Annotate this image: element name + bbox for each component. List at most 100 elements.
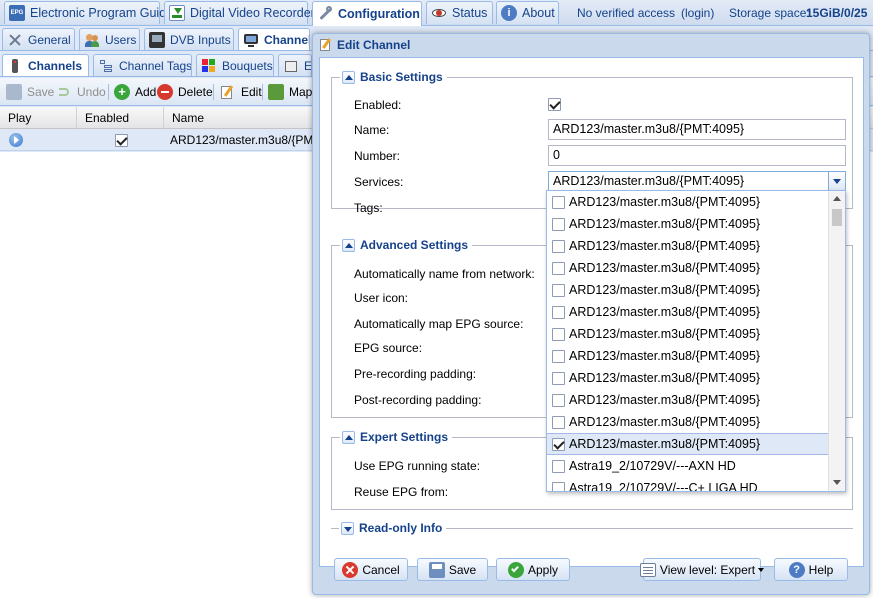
apply-button[interactable]: Apply — [496, 558, 570, 581]
list-item[interactable]: ARD123/master.m3u8/{PMT:4095} — [547, 257, 829, 279]
cancel-button[interactable]: Cancel — [334, 558, 408, 581]
add-button[interactable]: + Add — [114, 83, 156, 101]
help-button-label: Help — [808, 562, 834, 577]
tab-epg-grabber[interactable]: E — [278, 54, 312, 76]
service-checkbox[interactable] — [552, 393, 565, 407]
services-combo[interactable]: ARD123/master.m3u8/{PMT:4095} — [548, 171, 846, 192]
service-checkbox[interactable] — [552, 217, 565, 231]
chevron-down-icon[interactable] — [828, 172, 845, 191]
tab-channel-tags[interactable]: Channel Tags — [93, 54, 192, 76]
save-icon — [6, 84, 22, 100]
list-item[interactable]: ARD123/master.m3u8/{PMT:4095} — [547, 367, 829, 389]
list-item[interactable]: ARD123/master.m3u8/{PMT:4095} — [547, 235, 829, 257]
tab-configuration-label: Configuration — [338, 7, 420, 21]
service-checkbox[interactable] — [552, 349, 565, 363]
list-item[interactable]: Astra19_2/10729V/---C+ LIGA HD — [547, 477, 829, 491]
toolbar-separator — [262, 84, 263, 100]
basic-settings-legend[interactable]: Basic Settings — [340, 70, 447, 84]
dialog-titlebar[interactable]: Edit Channel — [313, 34, 869, 56]
collapse-icon[interactable] — [342, 238, 355, 252]
list-item[interactable]: ARD123/master.m3u8/{PMT:4095} — [547, 411, 829, 433]
info-icon: i — [501, 5, 517, 21]
service-checkbox[interactable] — [552, 195, 565, 209]
list-item[interactable]: ARD123/master.m3u8/{PMT:4095} — [547, 323, 829, 345]
tab-about[interactable]: i About — [496, 1, 559, 24]
tab-general[interactable]: General — [2, 28, 75, 50]
row-enabled-checkbox[interactable] — [115, 134, 128, 147]
list-item[interactable]: Astra19_2/10729V/---AXN HD — [547, 455, 829, 477]
service-checkbox[interactable] — [552, 459, 565, 473]
tab-channel-epg[interactable]: Channel — [238, 28, 310, 50]
service-checkbox[interactable] — [552, 283, 565, 297]
epg-running-label: Use EPG running state: — [354, 459, 481, 473]
delete-button-label: Delete — [178, 85, 213, 99]
help-button[interactable]: ? Help — [774, 558, 848, 581]
login-link[interactable]: (login) — [681, 6, 714, 20]
scrollbar-thumb[interactable] — [832, 209, 842, 226]
service-label: ARD123/master.m3u8/{PMT:4095} — [569, 261, 761, 275]
enabled-checkbox[interactable] — [548, 98, 561, 111]
expert-settings-legend[interactable]: Expert Settings — [340, 430, 453, 444]
list-item[interactable]: ARD123/master.m3u8/{PMT:4095} — [547, 301, 829, 323]
view-level-button[interactable]: View level: Expert — [639, 558, 765, 581]
advanced-settings-title: Advanced Settings — [360, 238, 469, 252]
service-checkbox[interactable] — [552, 415, 565, 429]
dialog-save-button[interactable]: Save — [417, 558, 488, 581]
service-checkbox[interactable] — [552, 305, 565, 319]
service-checkbox[interactable] — [552, 437, 565, 451]
list-item[interactable]: ARD123/master.m3u8/{PMT:4095} — [547, 345, 829, 367]
tab-epg[interactable]: EPG Electronic Program Guide — [4, 1, 173, 24]
service-checkbox[interactable] — [552, 239, 565, 253]
save-button[interactable]: Save — [6, 83, 54, 101]
delete-button[interactable]: Delete — [157, 83, 213, 101]
map-button[interactable]: Map — [268, 83, 312, 101]
readonly-info-legend[interactable]: Read-only Info — [339, 521, 447, 535]
collapse-icon[interactable] — [342, 430, 355, 444]
view-level-icon — [639, 562, 656, 577]
tab-dvb-inputs[interactable]: DVB Inputs — [144, 28, 234, 50]
users-icon — [84, 32, 100, 48]
epg-grab-icon — [283, 58, 299, 74]
tab-epg-grabber-label: E — [304, 58, 312, 73]
service-checkbox[interactable] — [552, 261, 565, 275]
tab-channels[interactable]: Channels — [2, 54, 89, 76]
number-input[interactable]: 0 — [548, 145, 846, 166]
dialog-save-button-label: Save — [448, 562, 477, 577]
collapse-icon[interactable] — [342, 70, 355, 84]
tab-bouquets[interactable]: Bouquets — [196, 54, 274, 76]
column-header-enabled[interactable]: Enabled — [77, 107, 164, 129]
tab-dvr[interactable]: Digital Video Recorder — [164, 1, 315, 24]
expand-icon[interactable] — [341, 521, 354, 535]
tab-status[interactable]: Status — [426, 1, 493, 24]
scroll-up-icon[interactable] — [833, 196, 841, 201]
scrollbar[interactable] — [828, 191, 845, 491]
list-item[interactable]: ARD123/master.m3u8/{PMT:4095} — [547, 213, 829, 235]
map-button-label: Map — [289, 85, 313, 99]
toolbar-separator — [213, 84, 214, 100]
service-checkbox[interactable] — [552, 481, 565, 491]
reuse-epg-label: Reuse EPG from: — [354, 485, 449, 499]
add-icon: + — [114, 84, 130, 100]
scroll-down-icon[interactable] — [833, 480, 841, 485]
undo-button[interactable]: Undo — [56, 83, 106, 101]
column-header-play[interactable]: Play — [0, 107, 77, 129]
service-label: Astra19_2/10729V/---AXN HD — [569, 459, 736, 473]
list-item[interactable]: ARD123/master.m3u8/{PMT:4095} — [547, 279, 829, 301]
service-checkbox[interactable] — [552, 371, 565, 385]
edit-button[interactable]: Edit — [220, 83, 262, 101]
services-dropdown-list[interactable]: ARD123/master.m3u8/{PMT:4095} ARD123/mast… — [546, 190, 846, 492]
tab-configuration[interactable]: Configuration — [312, 1, 422, 26]
access-status: No verified access — [577, 6, 676, 20]
pre-padding-label: Pre-recording padding: — [354, 367, 477, 381]
tab-users[interactable]: Users — [79, 28, 140, 50]
cancel-icon — [342, 561, 359, 578]
service-checkbox[interactable] — [552, 327, 565, 341]
advanced-settings-legend[interactable]: Advanced Settings — [340, 238, 473, 252]
list-item[interactable]: ARD123/master.m3u8/{PMT:4095} — [547, 389, 829, 411]
list-item[interactable]: ARD123/master.m3u8/{PMT:4095} — [547, 191, 829, 213]
service-label: ARD123/master.m3u8/{PMT:4095} — [569, 371, 761, 385]
play-icon[interactable] — [9, 133, 23, 147]
name-input[interactable]: ARD123/master.m3u8/{PMT:4095} — [548, 119, 846, 140]
list-item[interactable]: ARD123/master.m3u8/{PMT:4095} — [547, 433, 829, 455]
tab-epg-label: Electronic Program Guide — [30, 6, 174, 20]
